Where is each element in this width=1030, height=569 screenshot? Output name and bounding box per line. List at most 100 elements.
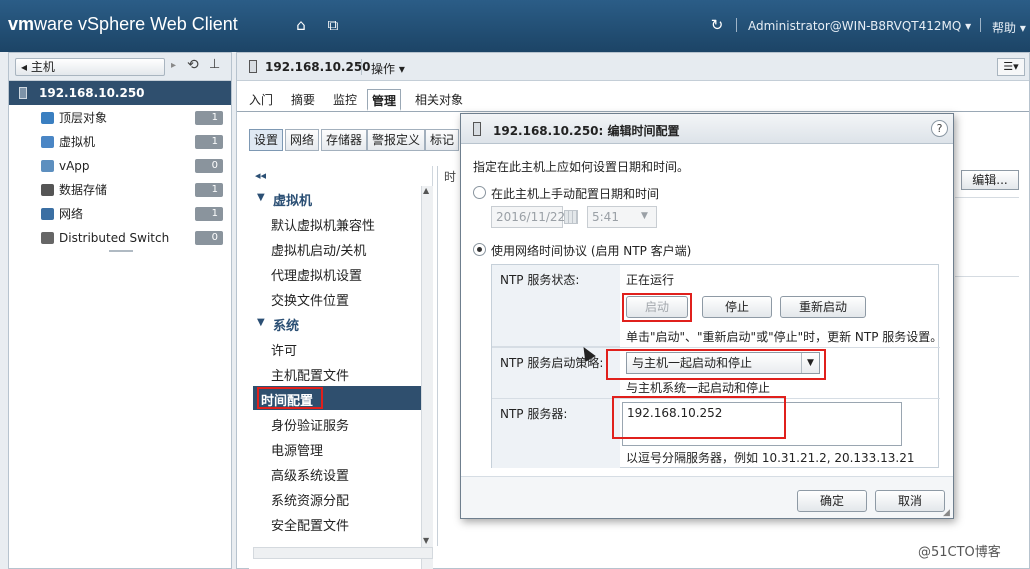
- manual-time-radio[interactable]: [473, 186, 486, 199]
- watermark: @51CTO博客: [918, 545, 1001, 560]
- highlight-box: [622, 293, 692, 322]
- tree-item-selected[interactable]: 时间配置: [261, 390, 313, 409]
- restart-button[interactable]: 重新启动: [780, 296, 866, 318]
- count-badge: 0: [195, 159, 223, 173]
- tab-2[interactable]: 监控: [329, 89, 361, 111]
- actions-menu[interactable]: 操作 ▾: [371, 60, 405, 77]
- top-bar: vmware vSphere Web Client ⌂ ⧉ ↻ Administ…: [0, 0, 1030, 52]
- navigator-item-label: 数据存储: [59, 183, 108, 197]
- service-status-label: NTP 服务状态:: [492, 265, 620, 347]
- window-icon[interactable]: ⧉: [324, 16, 342, 34]
- tree-item[interactable]: 交换文件位置: [271, 290, 349, 309]
- collapse-icon[interactable]: ◂◂: [255, 169, 266, 182]
- stop-button[interactable]: 停止: [702, 296, 772, 318]
- calendar-icon[interactable]: [564, 210, 578, 224]
- dialog-title: 192.168.10.250: 编辑时间配置: [493, 124, 680, 138]
- navigator-item-label: 虚拟机: [59, 135, 96, 149]
- vm-icon: [41, 136, 54, 148]
- service-status-value: 正在运行: [626, 273, 675, 287]
- navigator-item[interactable]: 虚拟机 1: [9, 130, 231, 154]
- tree-item[interactable]: 高级系统设置: [271, 465, 349, 484]
- help-icon[interactable]: ?: [931, 120, 948, 137]
- tree-item[interactable]: 虚拟机启动/关机: [271, 240, 366, 259]
- divider: [980, 18, 981, 32]
- scroll-down-icon[interactable]: ▼: [423, 536, 429, 545]
- product-logo: vmware vSphere Web Client: [8, 14, 238, 34]
- ntp-radio[interactable]: [473, 243, 486, 256]
- horizontal-scrollbar[interactable]: [253, 547, 433, 559]
- resize-grip-icon[interactable]: ◢: [943, 508, 950, 518]
- count-badge: 0: [195, 231, 223, 245]
- tree-item[interactable]: 主机配置文件: [271, 365, 349, 384]
- scroll-up-icon[interactable]: ▲: [423, 186, 429, 195]
- cancel-button[interactable]: 取消: [875, 490, 945, 512]
- pin-icon[interactable]: ⊥: [209, 57, 220, 72]
- help-menu[interactable]: 帮助 ▾: [992, 19, 1026, 36]
- subtab-4[interactable]: 标记: [425, 129, 460, 151]
- tab-3[interactable]: 管理: [367, 89, 402, 111]
- navigator-item[interactable]: vApp 0: [9, 154, 231, 178]
- service-hint: 单击"启动"、"重新启动"或"停止"时，更新 NTP 服务设置。: [626, 330, 943, 344]
- list-menu-icon[interactable]: ☰▾: [997, 58, 1025, 76]
- edit-button[interactable]: 编辑...: [961, 170, 1019, 190]
- navigator-item[interactable]: Distributed Switch 0: [9, 226, 231, 250]
- manual-date-field[interactable]: 2016/11/22: [491, 206, 565, 228]
- tab-0[interactable]: 入门: [245, 89, 277, 111]
- home-icon[interactable]: ⌂: [292, 16, 310, 34]
- tree-item[interactable]: 默认虚拟机兼容性: [271, 215, 375, 234]
- details-table: [955, 197, 1019, 277]
- navigator-item[interactable]: 顶层对象 1: [9, 106, 231, 130]
- subtab-1[interactable]: 网络: [285, 129, 320, 151]
- tree-item[interactable]: 安全配置文件: [271, 515, 349, 534]
- tree-scrollbar[interactable]: ▲ ▼: [421, 186, 433, 569]
- count-badge: 1: [195, 207, 223, 221]
- expand-arrow-icon[interactable]: ▼: [257, 317, 265, 328]
- manual-time-label[interactable]: 在此主机上手动配置日期和时间: [491, 185, 659, 202]
- user-menu[interactable]: Administrator@WIN-B8RVQT412MQ ▾: [748, 19, 971, 33]
- switch-icon: [41, 232, 54, 244]
- tree-group-vm[interactable]: 虚拟机: [273, 190, 312, 209]
- main-header: 192.168.10.250 操作 ▾ ☰▾: [237, 53, 1029, 81]
- history-icon[interactable]: ⟲: [187, 57, 199, 73]
- startup-policy-label: NTP 服务启动策略:: [492, 348, 620, 398]
- dialog-header: 192.168.10.250: 编辑时间配置 ?: [461, 114, 953, 144]
- dialog-intro: 指定在此主机上应如何设置日期和时间。: [473, 160, 690, 174]
- ok-button[interactable]: 确定: [797, 490, 867, 512]
- navigator-item[interactable]: 网络 1: [9, 202, 231, 226]
- count-badge: 1: [195, 135, 223, 149]
- host-icon: [19, 87, 27, 99]
- tab-4[interactable]: 相关对象: [411, 89, 467, 111]
- subtab-0[interactable]: 设置: [249, 129, 284, 151]
- resize-grip[interactable]: [109, 250, 133, 252]
- forward-icon[interactable]: ▸: [171, 60, 176, 71]
- count-badge: 1: [195, 183, 223, 197]
- navigator-item-label: 网络: [59, 207, 84, 221]
- navigator-panel: ◂ 主机 ▸ ⟲ ⊥ 192.168.10.250 顶层对象 1 虚拟机 1 vApp 0…: [8, 52, 232, 569]
- highlight-box: [606, 349, 826, 380]
- tree-group-system[interactable]: 系统: [273, 315, 299, 334]
- tree-item[interactable]: 电源管理: [271, 440, 323, 459]
- ntp-option-label[interactable]: 使用网络时间协议 (启用 NTP 客户端): [491, 242, 691, 259]
- navigator-item-label: 顶层对象: [59, 111, 108, 125]
- host-icon: [249, 60, 257, 73]
- tree-item[interactable]: 代理虚拟机设置: [271, 265, 362, 284]
- tab-1[interactable]: 摘要: [287, 89, 319, 111]
- refresh-icon[interactable]: ↻: [708, 16, 726, 34]
- tree-item[interactable]: 身份验证服务: [271, 415, 349, 434]
- tree-item[interactable]: 许可: [271, 340, 297, 359]
- navigator-item[interactable]: 数据存储 1: [9, 178, 231, 202]
- back-button[interactable]: ◂ 主机: [15, 58, 165, 76]
- datastore-icon: [41, 184, 54, 196]
- edit-time-config-dialog: 192.168.10.250: 编辑时间配置 ? 指定在此主机上应如何设置日期和…: [460, 113, 954, 519]
- startup-policy-hint: 与主机系统一起启动和停止: [626, 381, 771, 395]
- selected-host[interactable]: 192.168.10.250: [9, 81, 231, 105]
- subtab-3[interactable]: 警报定义: [367, 129, 426, 151]
- network-icon: [41, 208, 54, 220]
- chevron-down-icon[interactable]: ▼: [641, 211, 648, 221]
- host-icon: [473, 122, 481, 136]
- expand-arrow-icon[interactable]: ▼: [257, 192, 265, 203]
- subtab-2[interactable]: 存储器: [321, 129, 368, 151]
- navigator-item-label: Distributed Switch: [59, 231, 170, 245]
- navigator-header: ◂ 主机 ▸ ⟲ ⊥: [9, 53, 231, 81]
- tree-item[interactable]: 系统资源分配: [271, 490, 349, 509]
